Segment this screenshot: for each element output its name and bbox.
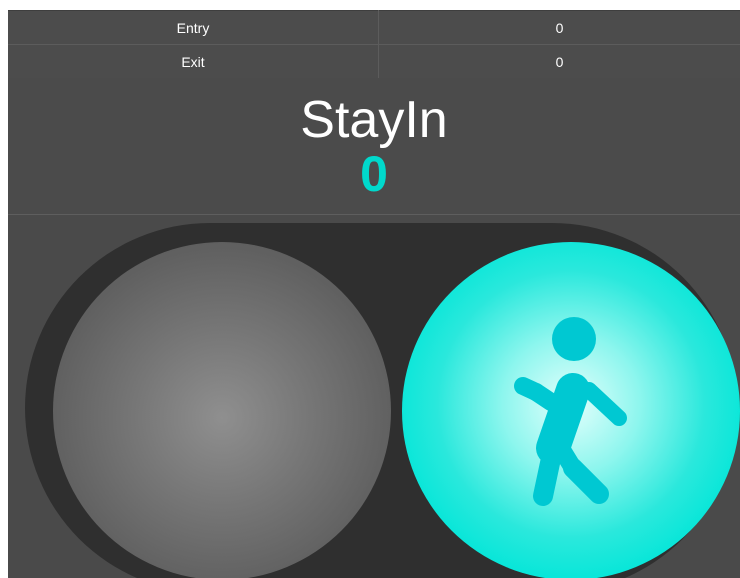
walk-lamp: [402, 242, 740, 578]
counts-table: Entry 0 Exit 0: [8, 10, 740, 79]
people-counter-app: Entry 0 Exit 0 StayIn 0: [8, 10, 740, 578]
entry-label: Entry: [8, 10, 379, 45]
exit-count: 0: [378, 44, 740, 79]
entry-count: 0: [378, 10, 740, 45]
walking-person-icon: [514, 317, 627, 506]
stay-in-count: 0: [360, 146, 388, 202]
exit-label: Exit: [8, 44, 379, 79]
stay-in-panel: StayIn 0: [8, 78, 740, 215]
traffic-light-area: [8, 215, 740, 578]
entry-row: Entry 0: [8, 10, 740, 45]
traffic-light-housing: [25, 223, 740, 578]
stay-in-title: StayIn: [300, 91, 448, 149]
exit-row: Exit 0: [8, 44, 740, 79]
stop-lamp: [53, 242, 391, 578]
